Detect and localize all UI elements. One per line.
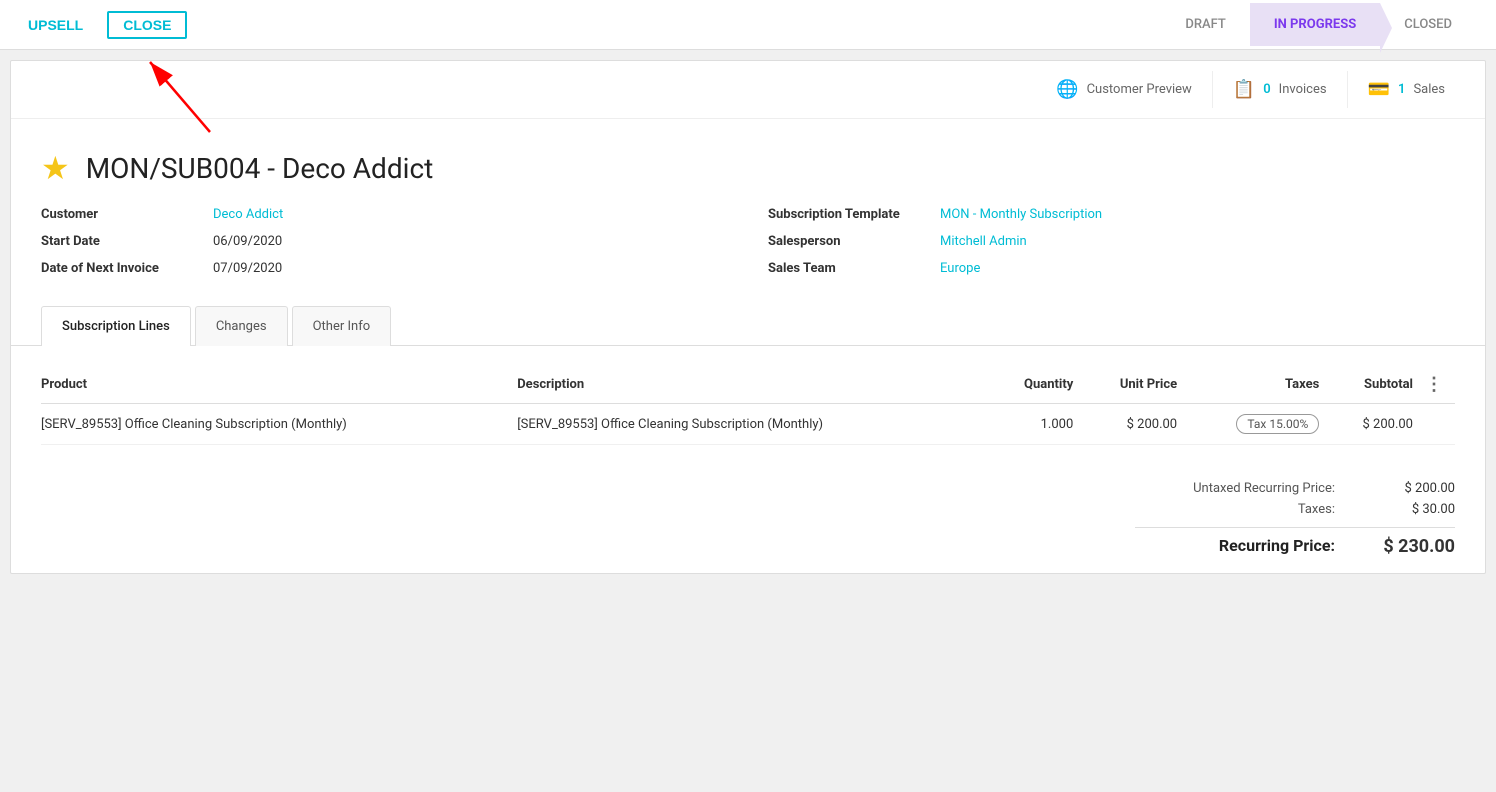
col-subtotal: Subtotal xyxy=(1331,366,1425,404)
close-button[interactable]: CLOSE xyxy=(107,11,187,39)
customer-label: Customer xyxy=(41,207,201,222)
table-row: [SERV_89553] Office Cleaning Subscriptio… xyxy=(41,404,1455,445)
taxes-total-row: Taxes: $ 30.00 xyxy=(1135,502,1455,517)
recurring-value: $ 230.00 xyxy=(1375,536,1455,557)
customer-value[interactable]: Deco Addict xyxy=(213,207,283,222)
col-unit-price: Unit Price xyxy=(1085,366,1189,404)
next-invoice-field: Date of Next Invoice 07/09/2020 xyxy=(41,261,728,276)
sales-label: Sales xyxy=(1413,82,1445,97)
invoice-icon: 📋 xyxy=(1233,79,1255,100)
customer-preview-button[interactable]: 🌐 Customer Preview xyxy=(1036,71,1213,108)
untaxed-value: $ 200.00 xyxy=(1375,481,1455,496)
fields-section: Customer Deco Addict Subscription Templa… xyxy=(11,207,1485,296)
action-buttons-row: 🌐 Customer Preview 📋 0 Invoices 💳 1 Sale… xyxy=(11,61,1485,119)
status-closed[interactable]: CLOSED xyxy=(1380,3,1476,46)
subscription-template-field: Subscription Template MON - Monthly Subs… xyxy=(768,207,1455,222)
customer-preview-label: Customer Preview xyxy=(1087,82,1192,97)
globe-icon: 🌐 xyxy=(1056,79,1078,100)
row-description: [SERV_89553] Office Cleaning Subscriptio… xyxy=(517,404,993,445)
invoices-button[interactable]: 📋 0 Invoices xyxy=(1213,71,1348,108)
sales-button[interactable]: 💳 1 Sales xyxy=(1348,71,1465,108)
star-icon[interactable]: ★ xyxy=(41,149,70,187)
tabs-section: Subscription Lines Changes Other Info xyxy=(11,306,1485,346)
salesperson-value[interactable]: Mitchell Admin xyxy=(940,234,1027,249)
sales-count: 1 xyxy=(1398,82,1405,97)
taxes-value: $ 30.00 xyxy=(1375,502,1455,517)
customer-field: Customer Deco Addict xyxy=(41,207,728,222)
tax-badge: Tax 15.00% xyxy=(1236,414,1319,434)
tab-other-info[interactable]: Other Info xyxy=(292,306,392,346)
next-invoice-value: 07/09/2020 xyxy=(213,261,282,276)
salesperson-label: Salesperson xyxy=(768,234,928,249)
record-title: MON/SUB004 - Deco Addict xyxy=(86,152,434,185)
subscription-template-value[interactable]: MON - Monthly Subscription xyxy=(940,207,1102,222)
subscription-template-label: Subscription Template xyxy=(768,207,928,222)
tab-changes[interactable]: Changes xyxy=(195,306,288,346)
row-unit-price: $ 200.00 xyxy=(1085,404,1189,445)
product-table: Product Description Quantity Unit Price … xyxy=(41,366,1455,445)
untaxed-label: Untaxed Recurring Price: xyxy=(1135,481,1335,496)
start-date-label: Start Date xyxy=(41,234,201,249)
col-quantity: Quantity xyxy=(993,366,1085,404)
row-product: [SERV_89553] Office Cleaning Subscriptio… xyxy=(41,404,517,445)
record-header: ★ MON/SUB004 - Deco Addict xyxy=(11,119,1485,207)
start-date-field: Start Date 06/09/2020 xyxy=(41,234,728,249)
grand-total-row: Recurring Price: $ 230.00 xyxy=(1135,527,1455,557)
status-in-progress[interactable]: IN PROGRESS xyxy=(1250,3,1380,46)
credit-card-icon: 💳 xyxy=(1368,79,1390,100)
column-options-icon[interactable]: ⋮ xyxy=(1425,374,1443,395)
status-bar: DRAFT IN PROGRESS CLOSED xyxy=(1161,3,1476,46)
salesperson-field: Salesperson Mitchell Admin xyxy=(768,234,1455,249)
invoices-count: 0 xyxy=(1263,82,1270,97)
invoices-label: Invoices xyxy=(1279,82,1327,97)
start-date-value: 06/09/2020 xyxy=(213,234,282,249)
status-draft[interactable]: DRAFT xyxy=(1161,3,1250,46)
col-actions: ⋮ xyxy=(1425,366,1455,404)
tab-subscription-lines[interactable]: Subscription Lines xyxy=(41,306,191,346)
row-subtotal: $ 200.00 xyxy=(1331,404,1425,445)
row-tax: Tax 15.00% xyxy=(1189,404,1331,445)
taxes-label: Taxes: xyxy=(1135,502,1335,517)
table-section: Product Description Quantity Unit Price … xyxy=(11,346,1485,465)
sales-team-field: Sales Team Europe xyxy=(768,261,1455,276)
main-content: 🌐 Customer Preview 📋 0 Invoices 💳 1 Sale… xyxy=(10,60,1486,574)
row-quantity: 1.000 xyxy=(993,404,1085,445)
recurring-label: Recurring Price: xyxy=(1135,536,1335,557)
upsell-button[interactable]: UPSELL xyxy=(20,13,91,37)
next-invoice-label: Date of Next Invoice xyxy=(41,261,201,276)
col-product: Product xyxy=(41,366,517,404)
totals-section: Untaxed Recurring Price: $ 200.00 Taxes:… xyxy=(11,465,1485,573)
sales-team-label: Sales Team xyxy=(768,261,928,276)
untaxed-total-row: Untaxed Recurring Price: $ 200.00 xyxy=(1135,481,1455,496)
row-actions xyxy=(1425,404,1455,445)
col-description: Description xyxy=(517,366,993,404)
sales-team-value[interactable]: Europe xyxy=(940,261,980,276)
col-taxes: Taxes xyxy=(1189,366,1331,404)
